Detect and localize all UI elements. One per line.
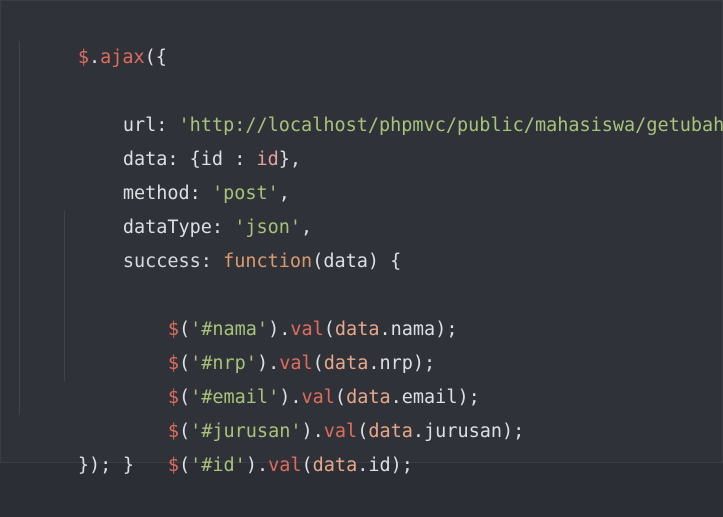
function-close-brace: } xyxy=(122,455,134,476)
code-line: $('#jurusan').val(data.jurusan); xyxy=(1,313,722,442)
paren: ( xyxy=(178,455,191,476)
code-line: $.ajax({ xyxy=(1,7,722,68)
indent-guide xyxy=(19,143,20,177)
indent-guide xyxy=(19,41,20,75)
code-line: success: function(data) { xyxy=(1,177,722,272)
data-param: data xyxy=(312,455,358,476)
code-editor: $.ajax({ url: 'http://localhost/phpmvc/p… xyxy=(0,0,723,476)
indent-guide xyxy=(64,245,65,279)
indent-guide xyxy=(19,347,20,381)
indent-guide xyxy=(64,313,65,347)
indent-guide xyxy=(19,75,20,109)
code-line: $('#nama').val(data.nama); xyxy=(1,211,722,340)
paren-dot: ). xyxy=(245,455,269,476)
ajax-close: }); xyxy=(77,455,112,476)
indent-guide xyxy=(64,347,65,381)
indent-guide xyxy=(19,279,20,313)
val-method: val xyxy=(268,455,302,476)
indent-guide xyxy=(19,381,20,415)
indent-guide xyxy=(19,177,20,211)
code-line: } xyxy=(1,381,722,476)
code-line: method: 'post', xyxy=(1,109,722,204)
code-line: $('#id').val(data.id); xyxy=(1,347,722,476)
code-line: $('#email').val(data.email); xyxy=(1,279,722,408)
selector-string: '#id' xyxy=(190,455,246,476)
property: .id xyxy=(357,455,391,476)
code-line: url: 'http://localhost/phpmvc/public/mah… xyxy=(1,41,723,136)
indent-guide xyxy=(19,109,20,143)
statement-end: ); xyxy=(390,455,413,476)
code-line: dataType: 'json', xyxy=(1,143,722,238)
indent-guide xyxy=(19,313,20,347)
paren: ( xyxy=(301,455,313,476)
jquery-dollar: $ xyxy=(167,455,179,476)
code-block: $.ajax({ url: 'http://localhost/phpmvc/p… xyxy=(1,7,723,476)
indent-guide xyxy=(19,211,20,245)
code-line: }); xyxy=(1,415,722,476)
code-line: $('#nrp').val(data.nrp); xyxy=(1,245,722,374)
indent-guide xyxy=(64,211,65,245)
indent-guide xyxy=(19,245,20,279)
indent-guide xyxy=(64,279,65,313)
code-line: data: {id : id}, xyxy=(1,75,722,170)
